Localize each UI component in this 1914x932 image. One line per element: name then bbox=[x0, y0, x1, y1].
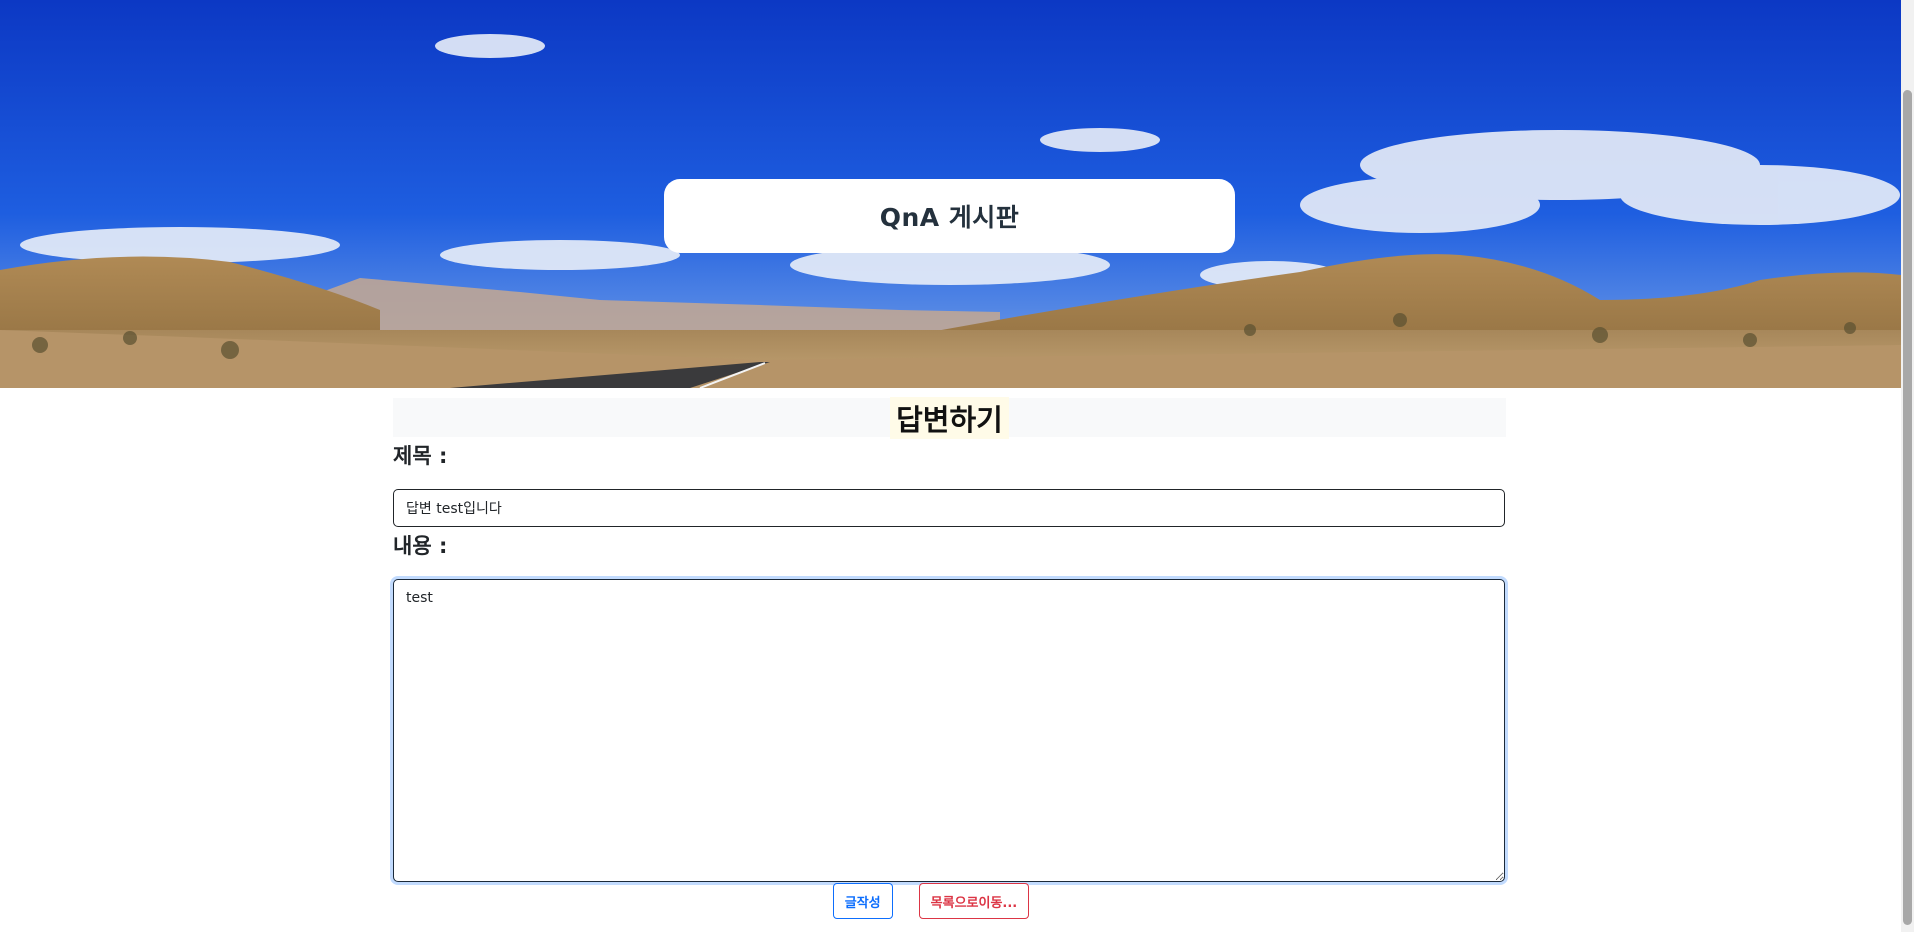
content-textarea[interactable]: test bbox=[393, 579, 1505, 882]
write-button[interactable]: 글작성 bbox=[832, 883, 893, 919]
board-title: QnA 게시판 bbox=[879, 203, 1020, 232]
scrollbar-thumb[interactable] bbox=[1903, 90, 1912, 925]
page-scrollbar[interactable] bbox=[1901, 0, 1914, 932]
board-title-card: QnA 게시판 bbox=[664, 179, 1235, 253]
content-label: 내용 : bbox=[393, 534, 448, 558]
reply-form: 답변하기 제목 : 내용 : test bbox=[393, 396, 1506, 886]
title-label: 제목 : bbox=[393, 444, 448, 468]
form-heading-bar: 답변하기 bbox=[393, 396, 1506, 439]
title-input[interactable] bbox=[393, 489, 1505, 527]
form-heading: 답변하기 bbox=[890, 396, 1009, 439]
back-to-list-button[interactable]: 목록으로이동... bbox=[918, 883, 1030, 919]
form-actions: 글작성 목록으로이동... bbox=[0, 883, 1901, 919]
hero-banner: QnA 게시판 bbox=[0, 0, 1901, 388]
